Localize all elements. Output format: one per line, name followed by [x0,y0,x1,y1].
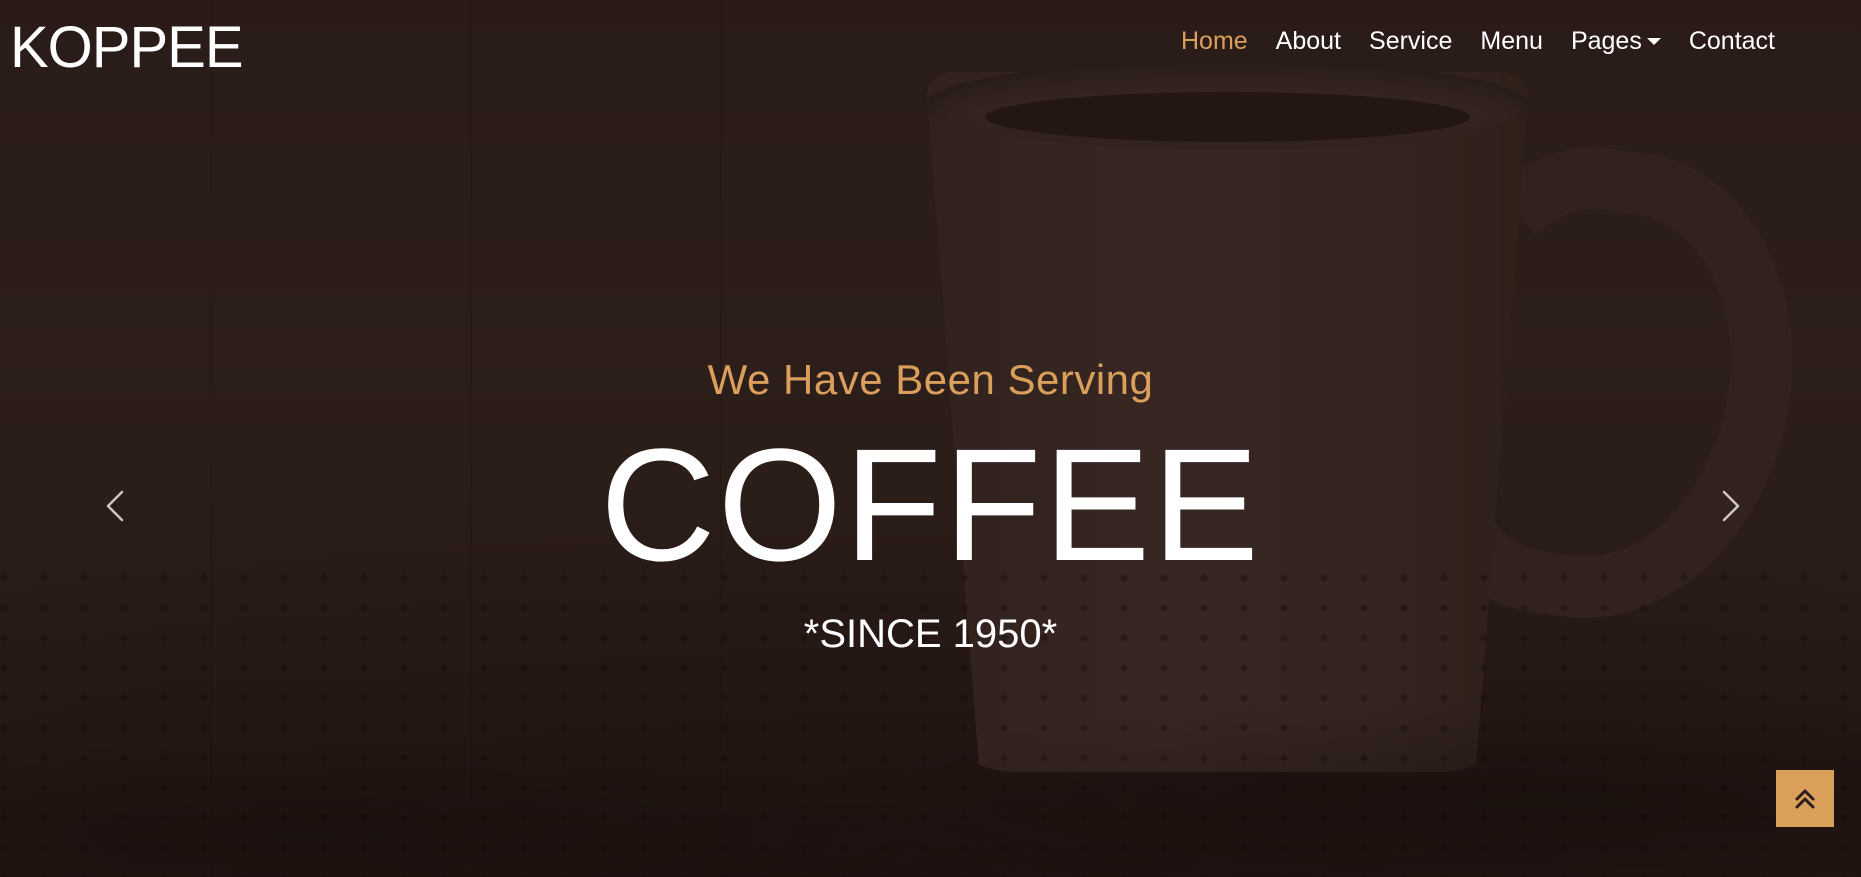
nav-item-home[interactable]: Home [1167,22,1262,60]
nav-item-label: Home [1180,27,1248,55]
back-to-top-button[interactable] [1776,770,1834,827]
nav-item-about[interactable]: About [1262,22,1355,60]
carousel-prev-button[interactable] [96,486,136,526]
brand-logo[interactable]: KOPPEE [10,12,244,84]
nav-item-contact[interactable]: Contact [1675,22,1789,60]
nav-item-label: Pages [1570,27,1642,55]
nav-item-menu[interactable]: Menu [1466,22,1557,60]
chevron-left-icon [106,490,124,522]
double-chevron-up-icon [1795,789,1815,808]
carousel-next-button[interactable] [1710,486,1750,526]
hero-headline: COFFEE [600,415,1261,594]
caret-down-icon [1646,37,1661,45]
nav-item-label: About [1275,27,1342,55]
nav-item-label: Contact [1688,27,1775,55]
hero-subtitle: We Have Been Serving [707,356,1154,403]
chevron-right-icon [1722,490,1740,522]
nav-item-label: Service [1369,27,1453,55]
nav-item-label: Menu [1480,27,1543,55]
hero-tagline: *SINCE 1950* [803,612,1058,656]
nav-item-service[interactable]: Service [1355,22,1466,60]
main-nav: Home About Service Menu Pages Contact [1167,22,1789,60]
nav-item-pages-dropdown[interactable]: Pages [1557,22,1675,60]
hero-caption: We Have Been Serving COFFEE *SINCE 1950* [0,350,1861,662]
